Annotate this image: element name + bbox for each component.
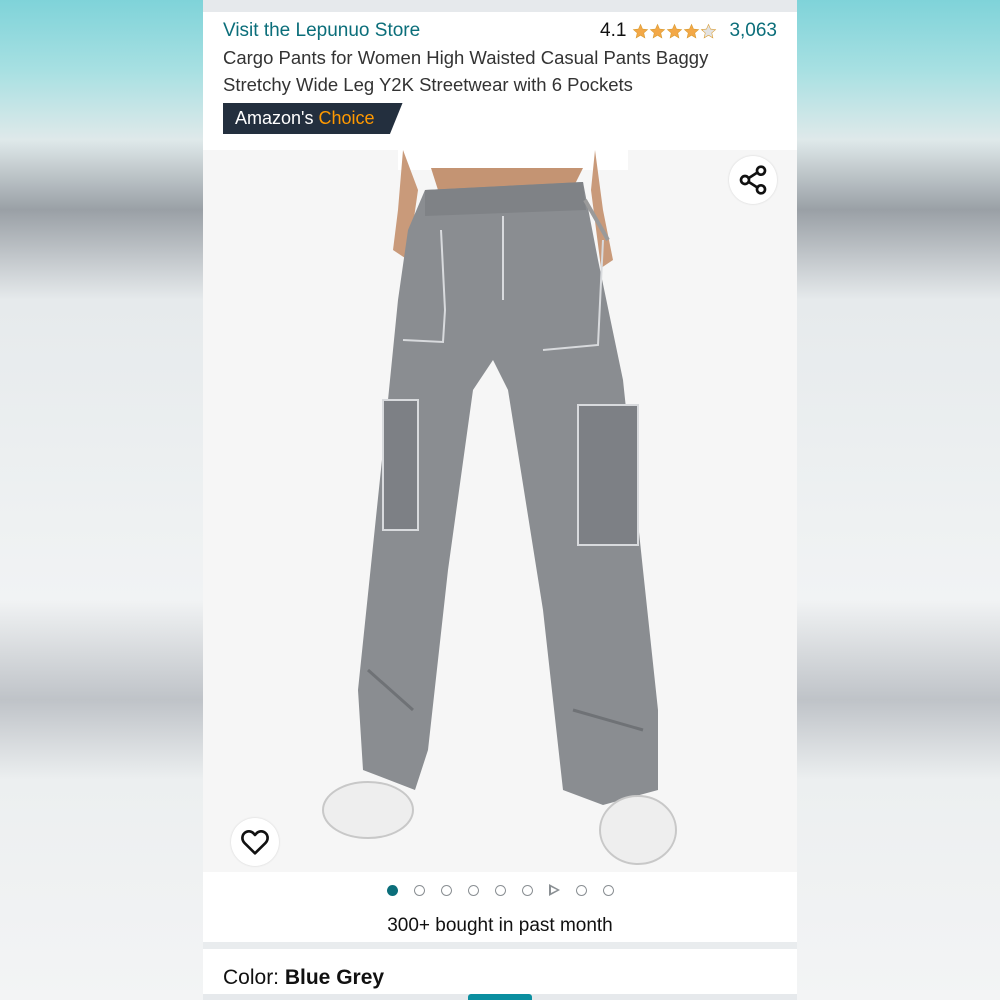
product-image[interactable] [203, 150, 797, 872]
right-cargo-pocket [577, 404, 639, 546]
pagination-dot[interactable] [467, 884, 479, 896]
bought-count: 300+ bought in past month [387, 915, 613, 936]
star-icon [683, 23, 700, 40]
pagination-dot[interactable] [575, 884, 587, 896]
rating-count[interactable]: 3,063 [729, 20, 777, 42]
pagination-dot[interactable] [494, 884, 506, 896]
star-icon [700, 23, 717, 40]
store-link[interactable]: Visit the Lepunuo Store [223, 20, 420, 42]
left-cargo-pocket [382, 399, 419, 531]
share-button[interactable] [729, 156, 777, 204]
section-divider [203, 942, 797, 949]
background-right [795, 0, 1000, 1000]
star-icon [666, 23, 683, 40]
play-icon[interactable] [548, 884, 560, 896]
bottom-handle[interactable] [468, 994, 532, 1000]
product-panel: Visit the Lepunuo Store 4.1 3,063 Cargo … [203, 0, 797, 1000]
wishlist-button[interactable] [231, 818, 279, 866]
gallery-pagination[interactable] [203, 884, 797, 896]
color-label: Color: [223, 966, 285, 989]
right-shoe [599, 795, 677, 865]
pagination-dot[interactable] [521, 884, 533, 896]
star-rating [632, 23, 717, 40]
top-divider [203, 0, 797, 12]
heart-icon [241, 829, 269, 855]
share-icon [739, 165, 767, 195]
rating-summary[interactable]: 4.1 3,063 [600, 20, 777, 42]
product-title: Cargo Pants for Women High Waisted Casua… [223, 47, 709, 95]
background-left [0, 0, 205, 1000]
left-shoe [322, 781, 414, 839]
star-icon [649, 23, 666, 40]
badge-choice: Choice [318, 108, 375, 128]
rating-value: 4.1 [600, 20, 627, 41]
color-selection: Color: Blue Grey [223, 966, 384, 990]
pagination-dot[interactable] [602, 884, 614, 896]
amazons-choice-badge[interactable]: Amazon's Choice [223, 103, 403, 134]
pants-illustration [322, 150, 677, 865]
pagination-dot[interactable] [440, 884, 452, 896]
star-icon [632, 23, 649, 40]
badge-prefix: Amazon's [235, 108, 319, 128]
pagination-dot[interactable] [413, 884, 425, 896]
color-value: Blue Grey [284, 966, 385, 989]
pagination-dot[interactable] [386, 884, 398, 896]
